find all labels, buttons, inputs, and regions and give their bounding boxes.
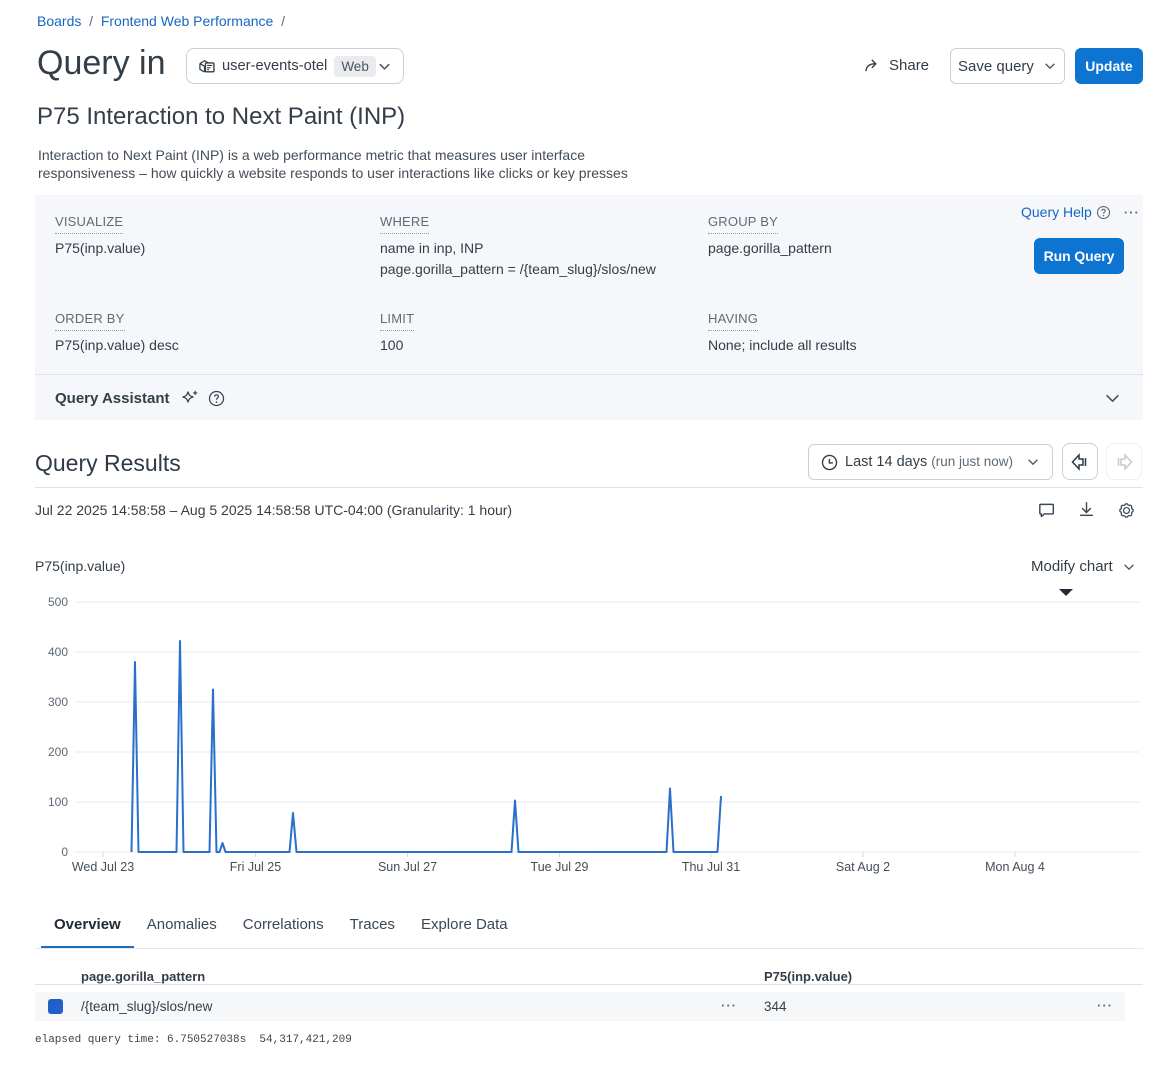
svg-text:Fri Jul 25: Fri Jul 25 [230,860,281,874]
svg-text:200: 200 [48,745,68,759]
svg-text:Mon Aug 4: Mon Aug 4 [985,860,1045,874]
svg-text:Sat Aug 2: Sat Aug 2 [836,860,890,874]
svg-text:0: 0 [61,845,68,859]
svg-text:400: 400 [48,645,68,659]
svg-text:500: 500 [48,595,68,609]
svg-text:Wed Jul 23: Wed Jul 23 [72,860,134,874]
svg-text:300: 300 [48,695,68,709]
svg-text:Tue Jul 29: Tue Jul 29 [531,860,589,874]
svg-text:Sun Jul 27: Sun Jul 27 [378,860,437,874]
svg-text:100: 100 [48,795,68,809]
svg-text:Thu Jul 31: Thu Jul 31 [682,860,740,874]
